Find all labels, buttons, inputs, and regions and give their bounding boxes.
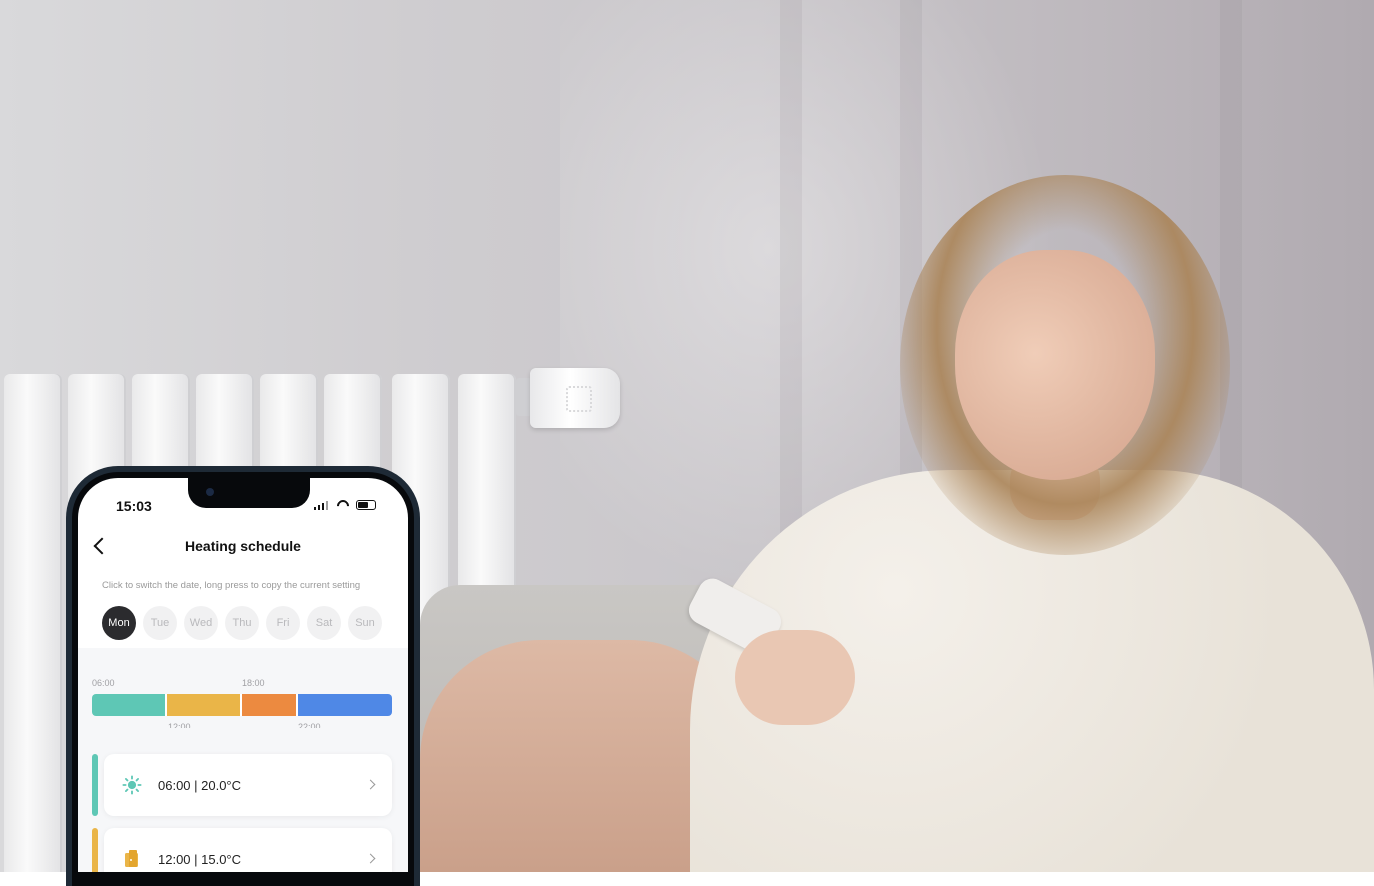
schedule-item[interactable]: 12:00 | 15.0°C xyxy=(92,828,392,872)
day-sat[interactable]: Sat xyxy=(307,606,341,640)
sun-icon xyxy=(122,775,142,795)
schedule-item[interactable]: 06:00 | 20.0°C xyxy=(92,754,392,816)
phone-notch xyxy=(188,478,310,508)
timeline-tick: 18:00 xyxy=(242,678,265,688)
status-time: 15:03 xyxy=(116,498,152,514)
day-fri[interactable]: Fri xyxy=(266,606,300,640)
battery-icon xyxy=(356,500,376,510)
timeline-segment xyxy=(298,694,392,716)
day-wed[interactable]: Wed xyxy=(184,606,218,640)
day-thu[interactable]: Thu xyxy=(225,606,259,640)
nav-bar: Heating schedule xyxy=(78,536,408,566)
day-tue[interactable]: Tue xyxy=(143,606,177,640)
front-camera xyxy=(206,488,214,496)
thermostat-display xyxy=(566,386,592,412)
page-title: Heating schedule xyxy=(185,538,301,554)
chevron-right-icon xyxy=(365,779,376,790)
day-mon[interactable]: Mon xyxy=(102,606,136,640)
schedule-item-label: 06:00 | 20.0°C xyxy=(158,777,242,793)
app-screen: 15:03 Heating schedule Click to switch t… xyxy=(78,478,408,872)
schedule-item-accent xyxy=(92,754,98,816)
day-sun[interactable]: Sun xyxy=(348,606,382,640)
status-icons xyxy=(314,500,376,510)
timeline-tick: 06:00 xyxy=(92,678,115,688)
wifi-icon xyxy=(336,500,350,510)
timeline-segment xyxy=(242,694,296,716)
hint-text: Click to switch the date, long press to … xyxy=(102,580,361,591)
timeline-segment xyxy=(92,694,165,716)
day-selector: Mon Tue Wed Thu Fri Sat Sun xyxy=(102,606,382,640)
person-hand xyxy=(735,630,855,725)
door-icon xyxy=(122,849,142,869)
phone-mockup: 15:03 Heating schedule Click to switch t… xyxy=(66,466,420,886)
timeline-panel xyxy=(78,648,408,728)
schedule-timeline-bar[interactable] xyxy=(92,694,392,716)
schedule-item-label: 12:00 | 15.0°C xyxy=(158,851,242,867)
signal-icon xyxy=(314,500,330,510)
chevron-right-icon xyxy=(365,853,376,864)
schedule-item-accent xyxy=(92,828,98,872)
person-face xyxy=(955,250,1155,480)
timeline-segment xyxy=(167,694,240,716)
